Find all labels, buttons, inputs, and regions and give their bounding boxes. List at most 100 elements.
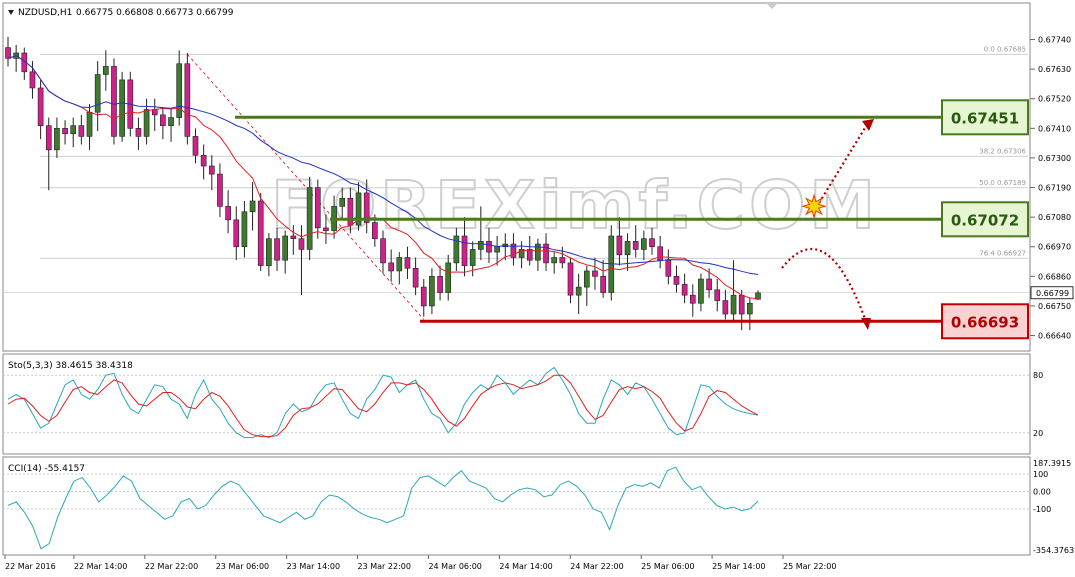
cci-tick-label: 187.3915: [1033, 459, 1071, 468]
cci-label: CCI(14) -55.4157: [8, 464, 85, 474]
candle-body: [249, 200, 256, 213]
candle-body: [404, 257, 411, 269]
candle-body: [380, 238, 386, 264]
time-tick-label: 23 Mar 22:00: [358, 562, 411, 571]
candle-body: [624, 241, 631, 256]
candle-body: [632, 241, 639, 250]
candle-body: [689, 294, 696, 304]
candle-body: [477, 241, 484, 250]
candle-body: [54, 128, 60, 151]
candle-body: [274, 238, 280, 261]
watermark: FOREXimf.COM: [270, 166, 879, 245]
candle-body: [5, 47, 11, 59]
candle-body: [78, 125, 85, 137]
candle-body: [339, 198, 346, 207]
time-tick-label: 22 Mar 22:00: [145, 562, 198, 571]
candle-body: [217, 173, 223, 207]
candle-body: [592, 270, 598, 277]
candle-body: [445, 262, 452, 293]
candle-body: [323, 227, 329, 231]
price-tick-label: 0.66970: [1038, 243, 1071, 252]
candle-body: [208, 165, 215, 175]
candle-body: [298, 238, 305, 250]
candle-body: [388, 262, 394, 272]
candle-body: [469, 249, 476, 266]
candle-body: [266, 238, 272, 266]
candle-body: [111, 66, 117, 137]
price-tick-label: 0.67740: [1038, 36, 1071, 45]
stoch-tick-label: 80: [1033, 371, 1043, 380]
price-tick-label: 0.67080: [1038, 213, 1071, 222]
candle-body: [575, 286, 582, 296]
cci-tick-label: -354.3763: [1033, 546, 1074, 555]
candle-body: [486, 241, 492, 253]
candle-body: [290, 235, 297, 239]
time-tick-label: 25 Mar 14:00: [712, 562, 765, 571]
candle-body: [551, 257, 558, 264]
time-tick-label: 24 Mar 14:00: [499, 562, 552, 571]
time-tick-label: 23 Mar 14:00: [287, 562, 340, 571]
stochastic-panel: [2, 353, 1031, 455]
candle-body: [372, 222, 378, 239]
candle-body: [94, 74, 101, 113]
time-tick-label: 22 Mar 2016: [5, 562, 56, 571]
candle-body: [665, 259, 672, 277]
candle-body: [714, 289, 721, 301]
price-axis: 0.67740 0.67630 0.67520 0.67410 0.67300 0.671…: [1030, 36, 1074, 341]
candle-body: [184, 63, 191, 137]
fib-label: 50.0 0.67189: [979, 179, 1026, 187]
candle-body: [102, 66, 109, 75]
candle-body: [583, 270, 590, 288]
symbol-title: NZDUSD,H1: [18, 8, 72, 18]
breakout-burst-icon: [801, 193, 827, 220]
stochastic-label: Sto(5,3,3) 38.4615 38.4318: [8, 361, 133, 371]
candle-body: [494, 246, 500, 253]
candle-body: [641, 238, 647, 250]
candle-body: [86, 111, 93, 137]
candle-body: [135, 128, 142, 137]
price-tick-label: 0.67300: [1038, 154, 1071, 163]
cci-tick-label: -100: [1033, 505, 1051, 514]
candle-body: [241, 211, 248, 248]
candle-body: [160, 114, 166, 126]
watermark-text: FOREXimf.COM: [271, 167, 879, 244]
candle-body: [437, 276, 443, 293]
fib-label: 76.4 0.66927: [979, 249, 1026, 257]
candle-body: [62, 128, 68, 135]
candle-body: [168, 117, 174, 126]
time-tick-label: 22 Mar 14:00: [74, 562, 127, 571]
candle-body: [730, 294, 737, 315]
time-tick-label: 24 Mar 06:00: [428, 562, 481, 571]
candle-body: [347, 198, 354, 226]
candle-body: [412, 267, 419, 288]
candle-body: [722, 300, 729, 315]
candle-body: [657, 246, 664, 261]
cci-tick-label: 100: [1033, 470, 1048, 479]
price-tick-label: 0.67630: [1038, 65, 1071, 74]
candle-body: [429, 276, 435, 307]
candle-body: [233, 219, 240, 248]
price-tick-label: 0.66860: [1038, 272, 1071, 281]
candle-body: [282, 235, 289, 261]
candle-body: [738, 294, 745, 315]
candle-body: [747, 302, 753, 315]
candle-body: [200, 154, 207, 167]
candle-body: [526, 249, 533, 261]
candle-body: [70, 125, 77, 135]
price-tick-label: 0.66640: [1038, 332, 1071, 341]
cci-panel: [2, 456, 1031, 556]
candle-body: [151, 109, 158, 116]
level-label: 0.67072: [951, 211, 1019, 229]
candle-body: [600, 276, 606, 293]
level-label: 0.66693: [951, 313, 1019, 331]
candle-body: [706, 278, 712, 291]
time-tick-label: 25 Mar 06:00: [641, 562, 694, 571]
candle-body: [698, 278, 704, 304]
time-tick-label: 25 Mar 22:00: [783, 562, 836, 571]
candle-body: [225, 206, 231, 221]
fib-label: 38.2 0.67306: [979, 147, 1026, 155]
candle-body: [681, 284, 688, 296]
stoch-tick-label: 20: [1033, 429, 1043, 438]
time-tick-label: 23 Mar 06:00: [216, 562, 269, 571]
candle-body: [543, 243, 549, 264]
